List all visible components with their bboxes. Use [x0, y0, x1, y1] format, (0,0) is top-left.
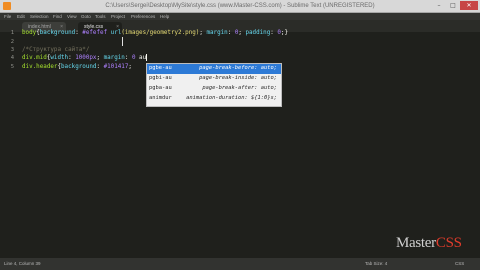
menu-preferences[interactable]: Preferences [131, 13, 155, 20]
line-number: 1 [10, 30, 14, 36]
minimize-button[interactable]: – [432, 1, 446, 10]
code-token: background [39, 30, 76, 36]
code-token: width [50, 55, 69, 61]
autocomplete-detail: page-break-inside: auto; [199, 75, 277, 81]
code-token: ;} [280, 30, 289, 36]
code-token: : [96, 64, 104, 70]
code-token: div.mid [22, 55, 47, 61]
code-token: /*Структура сайта*/ [22, 47, 90, 53]
code-token: url [110, 30, 122, 36]
autocomplete-popup: pgbe-au page-break-before: auto; pgbi-au… [146, 63, 282, 107]
close-button[interactable]: ✕ [460, 1, 478, 10]
autocomplete-item[interactable]: animdur animation-duration: ${1:0}s; [147, 94, 281, 104]
code-token: #101417 [103, 64, 129, 70]
code-line-4[interactable]: div.mid{width: 1000px; margin: 0 au [22, 54, 148, 63]
autocomplete-item[interactable]: pgba-au page-break-after: auto; [147, 84, 281, 94]
autocomplete-detail: animation-duration: ${1:0}s; [186, 95, 277, 101]
autocomplete-trigger: animdur [149, 95, 172, 101]
autocomplete-trigger: pgbi-au [149, 75, 172, 81]
code-token: : [124, 55, 132, 61]
line-number: 5 [10, 64, 14, 70]
autocomplete-detail: page-break-after: auto; [202, 85, 277, 91]
window-title: C:\Users\Sergei\Desktop\MySite\style.css… [105, 3, 375, 9]
menu-view[interactable]: View [67, 13, 77, 20]
code-token: 1000px [75, 55, 97, 61]
code-token: #efefef [82, 30, 108, 36]
menu-help[interactable]: Help [160, 13, 169, 20]
code-token: margin [206, 30, 228, 36]
mouse-text-cursor [122, 37, 126, 46]
code-line-1[interactable]: body{background: #efefef url(images/geom… [22, 29, 288, 38]
autocomplete-trigger: pgba-au [149, 85, 172, 91]
code-line-5[interactable]: div.header{background: #101417; [22, 63, 132, 72]
menu-find[interactable]: Find [53, 13, 62, 20]
code-token: ; [128, 64, 132, 70]
code-token: ; [96, 55, 104, 61]
status-bar: Line 4, Column 39 Tab Size: 4 CSS [0, 258, 480, 270]
logo-prefix: Master [396, 235, 436, 251]
cursor-position: Line 4, Column 39 [4, 261, 41, 266]
text-caret [146, 54, 148, 61]
logo-accent: CSS [435, 235, 462, 251]
code-token: : [227, 30, 235, 36]
window-controls: – □ ✕ [432, 1, 478, 11]
menu-goto[interactable]: Goto [81, 13, 91, 20]
code-token: padding [245, 30, 271, 36]
syntax-selector[interactable]: CSS [455, 258, 464, 270]
menu-tools[interactable]: Tools [95, 13, 106, 20]
autocomplete-item[interactable]: pgbi-au page-break-inside: auto; [147, 74, 281, 84]
autocomplete-item[interactable]: pgbe-au page-break-before: auto; [147, 64, 281, 74]
code-token: (images/geometry2.png) [121, 30, 200, 36]
menu-bar: File Edit Selection Find View Goto Tools… [0, 13, 480, 20]
menu-project[interactable]: Project [111, 13, 125, 20]
autocomplete-detail: page-break-before: auto; [199, 65, 277, 71]
title-bar: C:\Users\Sergei\Desktop\MySite\style.css… [0, 0, 480, 13]
autocomplete-trigger: pgbe-au [149, 65, 172, 71]
code-token: margin [103, 55, 125, 61]
tab-size-selector[interactable]: Tab Size: 4 [365, 258, 387, 270]
code-token: au [135, 55, 147, 61]
menu-file[interactable]: File [4, 13, 11, 20]
code-token: background [61, 64, 97, 70]
menu-edit[interactable]: Edit [17, 13, 25, 20]
menu-selection[interactable]: Selection [30, 13, 49, 20]
code-token: body [22, 30, 37, 36]
maximize-button[interactable]: □ [446, 1, 460, 10]
line-number: 4 [10, 55, 14, 61]
code-token: div.header [22, 64, 58, 70]
master-css-logo: MasterCSS [396, 235, 462, 251]
